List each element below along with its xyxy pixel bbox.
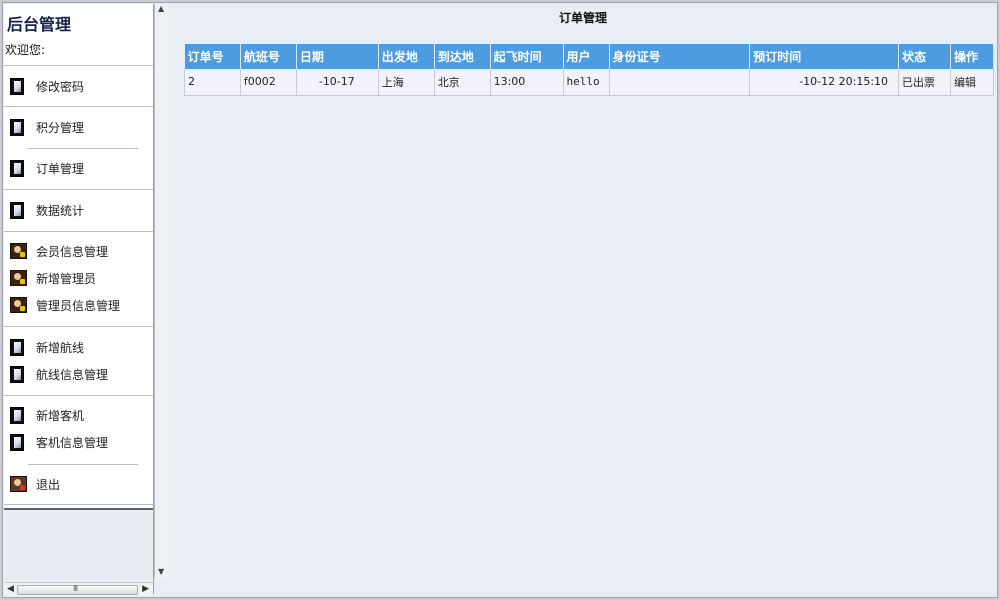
column-header-flight-no: 航班号	[240, 44, 297, 69]
cell-date: -10-17	[296, 69, 379, 96]
book-icon	[10, 159, 24, 177]
divider	[28, 464, 138, 465]
sidebar-item-label: 管理员信息管理	[36, 298, 121, 313]
scroll-thumb[interactable]: III	[17, 584, 138, 595]
user-icon	[10, 243, 27, 259]
divider	[4, 504, 153, 505]
sidebar-item-route-info[interactable]: 航线信息管理	[10, 363, 108, 385]
sidebar-item-label: 会员信息管理	[36, 244, 109, 259]
exit-user-icon	[10, 476, 27, 492]
sidebar: 后台管理 欢迎您: 修改密码 积分管理 订单管理 数据统计 会员信息管理 新增管…	[4, 4, 154, 596]
sidebar-item-label: 积分管理	[36, 120, 85, 135]
book-icon	[10, 365, 24, 383]
sidebar-item-label: 新增管理员	[36, 271, 97, 286]
sidebar-item-add-route[interactable]: 新增航线	[10, 336, 84, 358]
divider	[4, 65, 153, 66]
horizontal-scrollbar[interactable]: ◀ III ▶	[4, 582, 153, 596]
book-icon	[10, 77, 24, 95]
scroll-left-icon[interactable]: ◀	[7, 584, 14, 594]
orders-table: 订单号 航班号 日期 出发地 到达地 起飞时间 用户 身份证号 预订时间 状态 …	[184, 44, 995, 96]
sidebar-item-statistics[interactable]: 数据统计	[10, 199, 84, 221]
sidebar-item-logout[interactable]: 退出	[10, 473, 60, 495]
user-icon	[10, 270, 27, 286]
cell-booking-time: -10-12 20:15:10	[749, 69, 900, 96]
table-header-row: 订单号 航班号 日期 出发地 到达地 起飞时间 用户 身份证号 预订时间 状态 …	[184, 44, 995, 69]
sidebar-item-label: 订单管理	[36, 161, 85, 176]
divider	[4, 106, 153, 107]
book-icon	[10, 118, 24, 136]
sidebar-item-label: 退出	[36, 477, 61, 492]
column-header-origin: 出发地	[378, 44, 435, 69]
sidebar-item-label: 修改密码	[36, 79, 85, 94]
column-header-action: 操作	[950, 44, 995, 69]
page-title: 订单管理	[558, 11, 607, 25]
sidebar-item-change-password[interactable]: 修改密码	[10, 75, 84, 97]
column-header-user: 用户	[563, 44, 610, 69]
cell-departure-time: 13:00	[490, 69, 564, 96]
sidebar-item-admin-info[interactable]: 管理员信息管理	[10, 294, 120, 316]
sidebar-item-add-aircraft[interactable]: 新增客机	[10, 404, 84, 426]
sidebar-item-add-admin[interactable]: 新增管理员	[10, 267, 96, 289]
sidebar-item-label: 新增客机	[36, 408, 85, 423]
sidebar-menu: 后台管理 欢迎您: 修改密码 积分管理 订单管理 数据统计 会员信息管理 新增管…	[4, 4, 153, 510]
column-header-status: 状态	[898, 44, 951, 69]
divider	[4, 326, 153, 327]
sidebar-item-label: 航线信息管理	[36, 367, 109, 382]
sidebar-item-label: 新增航线	[36, 340, 85, 355]
scroll-up-icon[interactable]: ▲	[158, 4, 164, 13]
divider	[28, 148, 138, 149]
column-header-booking-time: 预订时间	[749, 44, 900, 69]
scroll-right-icon[interactable]: ▶	[142, 584, 149, 594]
edit-link[interactable]: 编辑	[950, 69, 995, 96]
cell-origin: 上海	[378, 69, 435, 96]
welcome-text: 欢迎您:	[5, 43, 46, 57]
column-header-date: 日期	[296, 44, 379, 69]
divider	[4, 189, 153, 190]
main-content: 订单管理 订单号 航班号 日期 出发地 到达地 起飞时间 用户 身份证号 预订时…	[170, 4, 996, 594]
sidebar-item-points[interactable]: 积分管理	[10, 116, 84, 138]
user-icon	[10, 297, 27, 313]
column-header-order-id: 订单号	[184, 44, 241, 69]
column-header-destination: 到达地	[434, 44, 491, 69]
cell-id-number	[609, 69, 751, 96]
sidebar-item-label: 数据统计	[36, 203, 85, 218]
table-row: 2 f0002 -10-17 上海 北京 13:00 hello -10-12 …	[184, 69, 995, 96]
divider	[4, 395, 153, 396]
sidebar-item-label: 客机信息管理	[36, 435, 109, 450]
cell-flight-no: f0002	[240, 69, 297, 96]
cell-user: hello	[563, 69, 610, 96]
cell-destination: 北京	[434, 69, 491, 96]
cell-status: 已出票	[898, 69, 951, 96]
sidebar-item-orders[interactable]: 订单管理	[10, 157, 84, 179]
book-icon	[10, 406, 24, 424]
divider	[4, 231, 153, 232]
vertical-scrollbar[interactable]: ▲ ▼	[154, 4, 168, 578]
column-header-departure-time: 起飞时间	[490, 44, 564, 69]
book-icon	[10, 201, 24, 219]
scroll-down-icon[interactable]: ▼	[158, 567, 164, 576]
grip-icon: III	[73, 584, 78, 593]
sidebar-title: 后台管理	[7, 15, 72, 34]
book-icon	[10, 338, 24, 356]
column-header-id-number: 身份证号	[609, 44, 751, 69]
sidebar-item-member-info[interactable]: 会员信息管理	[10, 240, 108, 262]
sidebar-item-aircraft-info[interactable]: 客机信息管理	[10, 431, 108, 453]
cell-order-id: 2	[184, 69, 241, 96]
book-icon	[10, 433, 24, 451]
